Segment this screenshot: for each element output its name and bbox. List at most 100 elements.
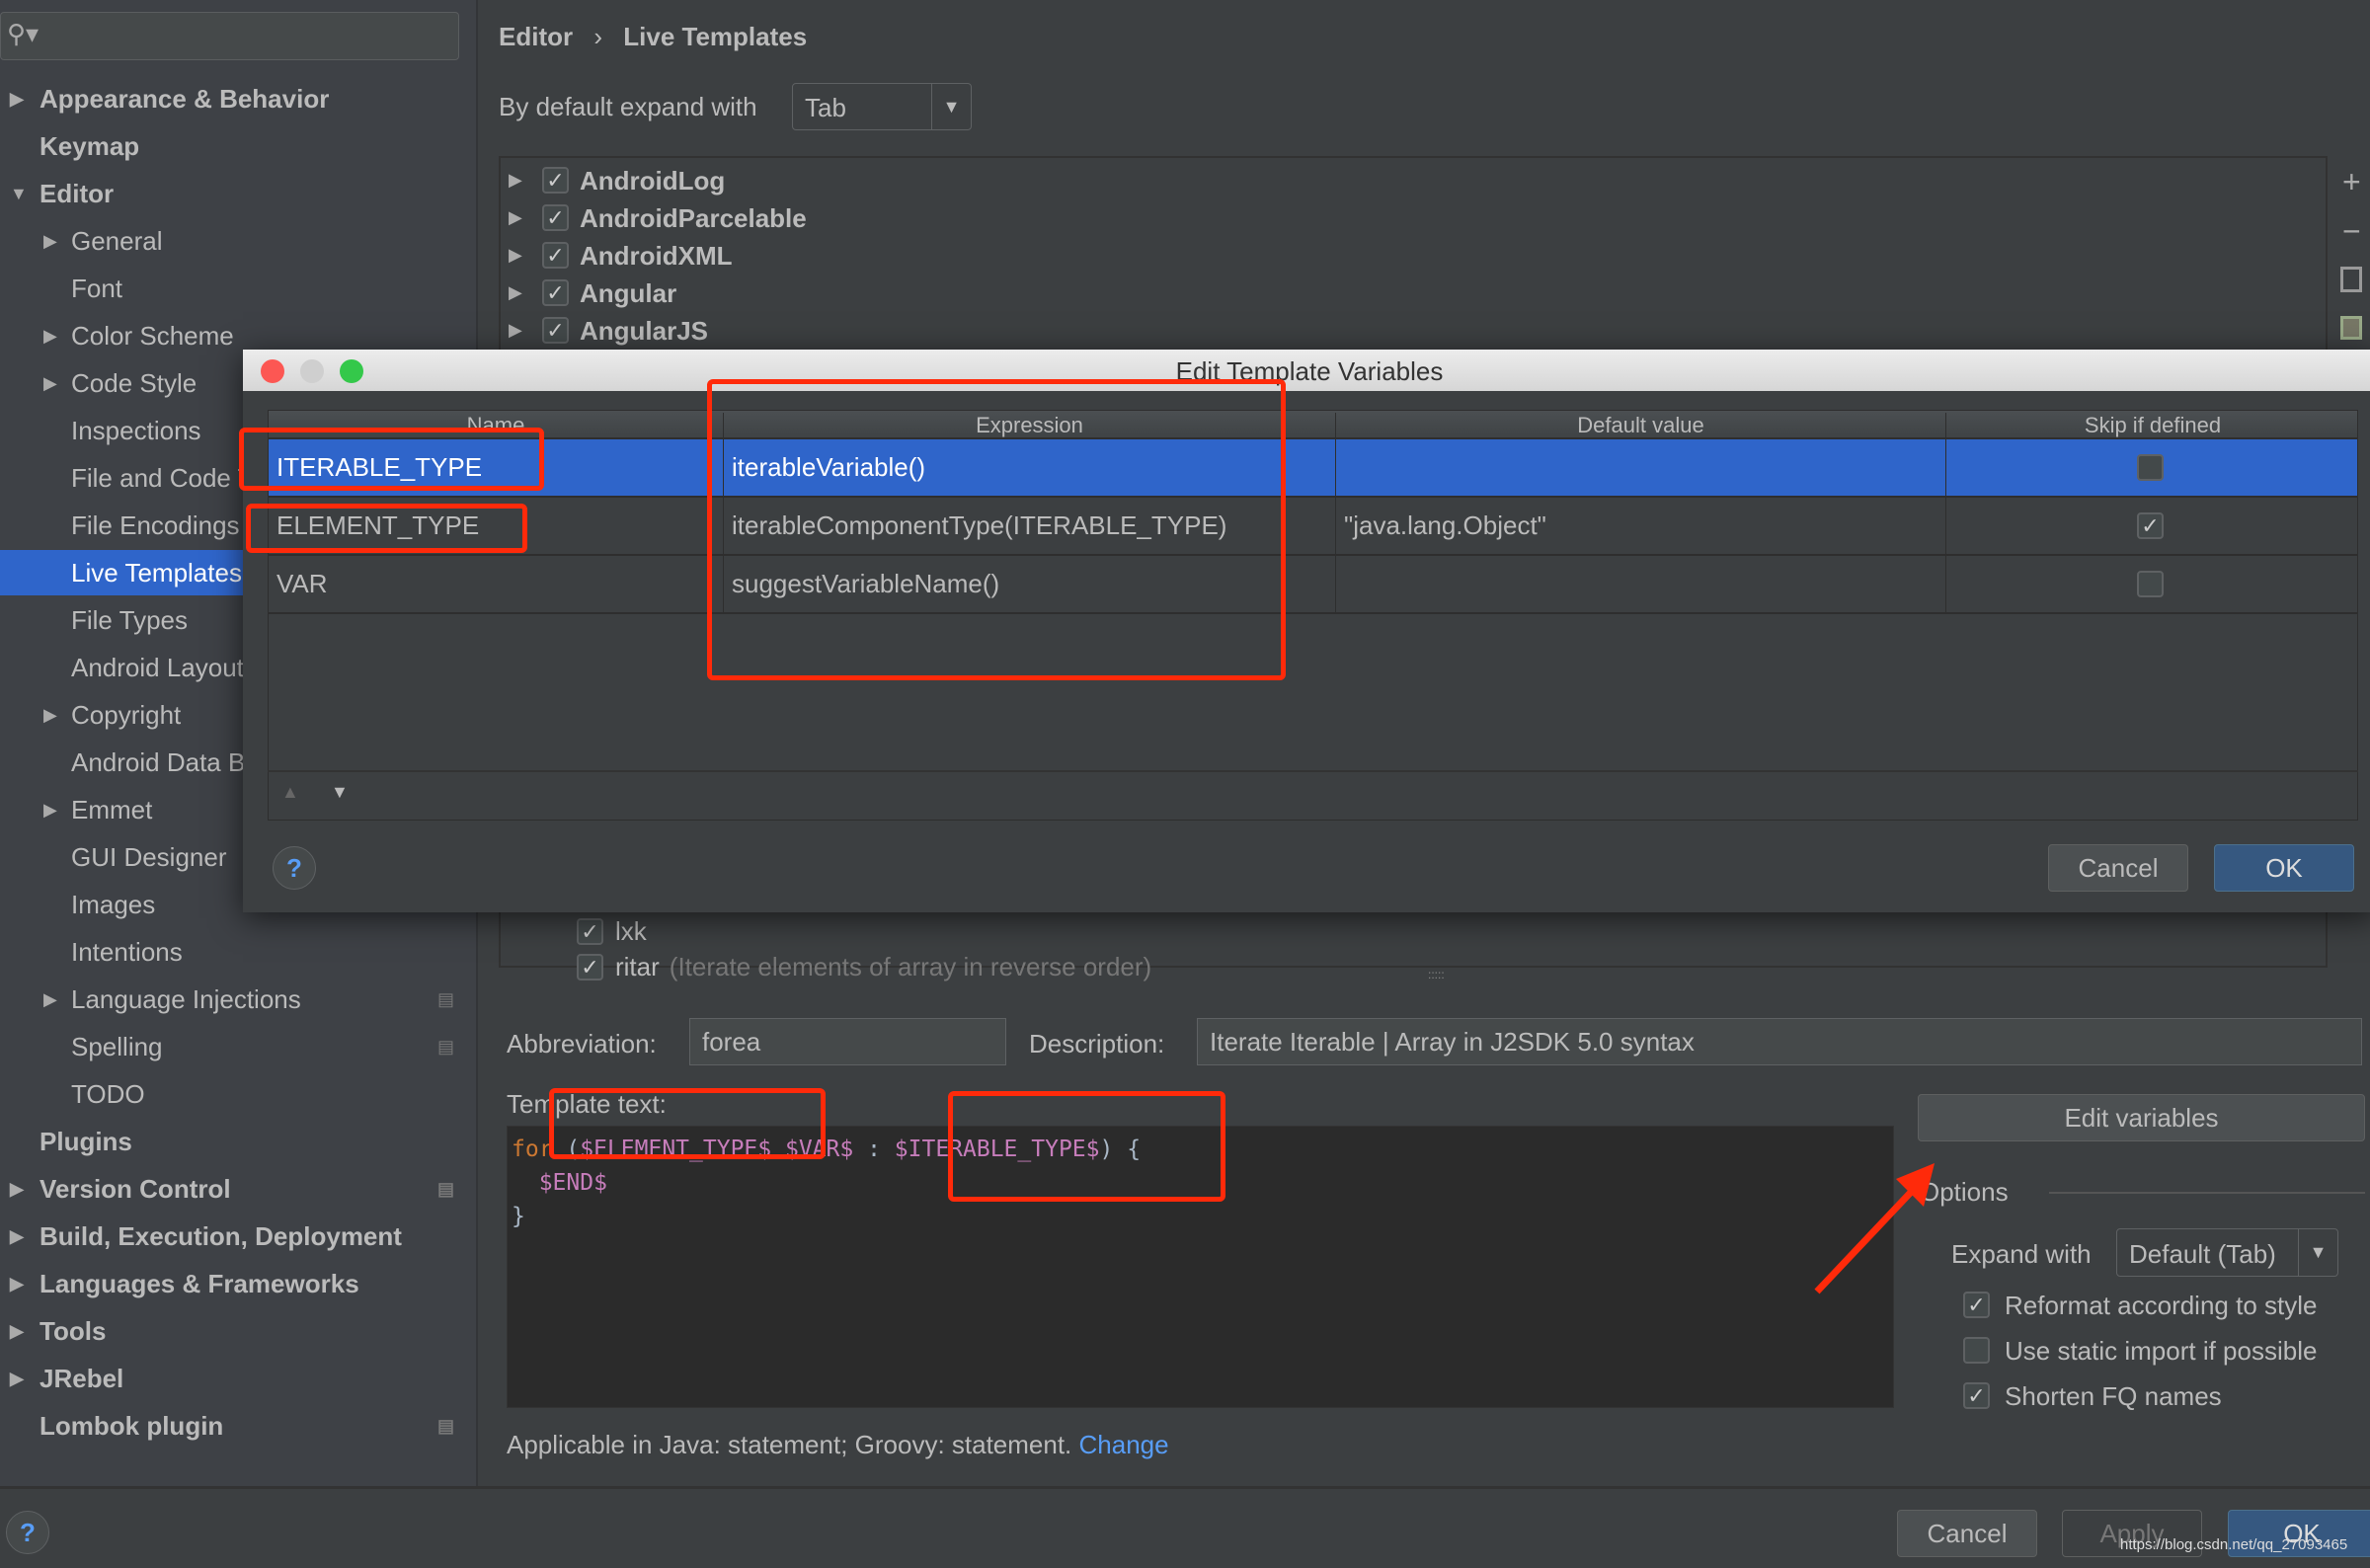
change-link[interactable]: Change xyxy=(1079,1430,1169,1459)
copy-icon[interactable] xyxy=(2340,267,2362,292)
sidebar-item[interactable]: Intentions xyxy=(0,929,478,975)
chevron-right-icon[interactable]: ▶ xyxy=(10,76,24,121)
sidebar-item[interactable]: ▶ Build, Execution, Deployment xyxy=(0,1214,478,1259)
sidebar-item[interactable]: Plugins xyxy=(0,1119,478,1164)
variable-row[interactable]: ELEMENT_TYPE iterableComponentType(ITERAB… xyxy=(269,498,2357,556)
group-checkbox[interactable]: ✓ xyxy=(542,317,569,344)
chevron-right-icon[interactable]: ▶ xyxy=(43,787,57,832)
search-icon: ⚲▾ xyxy=(7,19,40,48)
sidebar-item-label: Spelling xyxy=(71,1032,163,1061)
sidebar-item-label: General xyxy=(71,226,163,256)
sidebar-item[interactable]: ▶ Version Control ▤ xyxy=(0,1166,478,1212)
option-checkbox[interactable]: ✓ xyxy=(1963,1292,1990,1318)
sidebar-item[interactable]: TODO xyxy=(0,1071,478,1117)
template-group-label: AndroidParcelable xyxy=(580,203,807,233)
cell-skip: ✓ xyxy=(1945,498,2359,554)
option-checkbox[interactable]: ✓ xyxy=(1963,1382,1990,1409)
group-checkbox[interactable]: ✓ xyxy=(542,279,569,306)
variable-row[interactable]: ITERABLE_TYPE iterableVariable() xyxy=(269,439,2357,498)
chevron-right-icon[interactable]: ▶ xyxy=(43,977,57,1022)
sidebar-item-label: Copyright xyxy=(71,700,182,730)
help-button[interactable]: ? xyxy=(6,1511,49,1554)
group-checkbox[interactable]: ✓ xyxy=(542,204,569,231)
template-group-label: AndroidXML xyxy=(580,241,733,271)
chevron-right-icon[interactable]: ▶ xyxy=(509,245,522,266)
chevron-right-icon[interactable]: ▶ xyxy=(10,1261,24,1306)
sidebar-item-label: Lombok plugin xyxy=(40,1411,224,1441)
list-icon[interactable] xyxy=(2340,316,2362,340)
move-down-icon[interactable]: ▼ xyxy=(331,782,349,803)
sidebar-item-label: Tools xyxy=(40,1316,107,1346)
remove-icon[interactable]: − xyxy=(2342,213,2361,250)
sidebar-item-label: JRebel xyxy=(40,1364,124,1393)
template-item[interactable]: lxk xyxy=(615,916,657,947)
chevron-right-icon[interactable]: ▶ xyxy=(43,218,57,264)
dialog-cancel-button[interactable]: Cancel xyxy=(2048,844,2188,892)
chevron-right-icon[interactable]: ▶ xyxy=(43,692,57,738)
chevron-right-icon[interactable]: ▶ xyxy=(509,170,522,191)
dialog-ok-button[interactable]: OK xyxy=(2214,844,2354,892)
template-item[interactable]: ritar (Iterate elements of array in rever… xyxy=(615,952,1151,982)
sidebar-item-label: Language Injections xyxy=(71,984,301,1014)
sidebar-item[interactable]: ▶ JRebel xyxy=(0,1356,478,1401)
template-checkbox[interactable]: ✓ xyxy=(577,954,603,980)
description-input[interactable]: Iterate Iterable | Array in J2SDK 5.0 sy… xyxy=(1197,1018,2362,1065)
watermark: https://blog.csdn.net/qq_27093465 xyxy=(2120,1536,2348,1553)
breadcrumb-current: Live Templates xyxy=(623,22,808,51)
sidebar-item-label: File Types xyxy=(71,605,189,635)
cancel-button[interactable]: Cancel xyxy=(1897,1510,2037,1557)
column-header[interactable]: Skip if defined xyxy=(1945,413,2359,438)
template-checkbox[interactable]: ✓ xyxy=(577,918,603,945)
sidebar-item[interactable]: ▶ Tools xyxy=(0,1308,478,1354)
splitter-handle[interactable]: ::::: xyxy=(1428,968,1445,981)
annotation-arrow xyxy=(1814,1163,1935,1294)
sidebar-item[interactable]: ▼ Editor xyxy=(0,171,478,216)
skip-if-defined-checkbox[interactable] xyxy=(2137,571,2164,597)
skip-if-defined-checkbox[interactable] xyxy=(2137,454,2164,481)
sidebar-item[interactable]: Spelling ▤ xyxy=(0,1024,478,1069)
sidebar-item[interactable]: ▶ Language Injections ▤ xyxy=(0,977,478,1022)
sidebar-item[interactable]: Keymap xyxy=(0,123,478,169)
cell-default[interactable] xyxy=(1335,439,1945,496)
edit-variables-button[interactable]: Edit variables xyxy=(1918,1094,2365,1141)
option-checkbox[interactable] xyxy=(1963,1337,1990,1364)
chevron-down-icon[interactable]: ▼ xyxy=(10,171,28,216)
chevron-right-icon[interactable]: ▶ xyxy=(10,1166,24,1212)
cell-default[interactable] xyxy=(1335,556,1945,612)
sidebar-item[interactable]: ▶ General xyxy=(0,218,478,264)
chevron-right-icon[interactable]: ▶ xyxy=(10,1308,24,1354)
add-icon[interactable]: + xyxy=(2342,164,2361,200)
chevron-down-icon: ▼ xyxy=(2298,1229,2337,1276)
sidebar-item[interactable]: Lombok plugin ▤ xyxy=(0,1403,478,1449)
sidebar-item-label: Keymap xyxy=(40,131,140,161)
chevron-right-icon[interactable]: ▶ xyxy=(509,207,522,228)
expand-with-dropdown[interactable]: Default (Tab) ▼ xyxy=(2116,1228,2338,1277)
cell-default[interactable]: "java.lang.Object" xyxy=(1335,498,1945,554)
sidebar-item[interactable]: ▶ Appearance & Behavior xyxy=(0,76,478,121)
abbreviation-input[interactable]: forea xyxy=(689,1018,1006,1065)
dialog-help-button[interactable]: ? xyxy=(273,846,316,890)
move-up-icon[interactable]: ▲ xyxy=(281,782,299,803)
column-header[interactable]: Default value xyxy=(1335,413,1945,438)
sidebar-item[interactable]: Font xyxy=(0,266,478,311)
skip-if-defined-checkbox[interactable]: ✓ xyxy=(2137,512,2164,539)
cell-name[interactable]: VAR xyxy=(269,556,723,612)
expand-dropdown[interactable]: Tab ▼ xyxy=(792,83,972,130)
chevron-right-icon[interactable]: ▶ xyxy=(43,313,57,358)
option-label: Use static import if possible xyxy=(2005,1336,2318,1366)
chevron-right-icon[interactable]: ▶ xyxy=(509,282,522,303)
expand-with-label: Expand with xyxy=(1951,1239,2092,1269)
sidebar-item-label: Font xyxy=(71,274,123,303)
chevron-right-icon[interactable]: ▶ xyxy=(10,1214,24,1259)
settings-search-input[interactable]: ⚲▾ xyxy=(0,12,459,60)
chevron-right-icon[interactable]: ▶ xyxy=(43,360,57,406)
chevron-right-icon[interactable]: ▶ xyxy=(509,320,522,341)
annotation-box-iterable-var xyxy=(948,1091,1225,1202)
chevron-right-icon[interactable]: ▶ xyxy=(10,1356,24,1401)
group-checkbox[interactable]: ✓ xyxy=(542,242,569,269)
variable-row[interactable]: VAR suggestVariableName() xyxy=(269,556,2357,614)
sidebar-item[interactable]: ▶ Languages & Frameworks xyxy=(0,1261,478,1306)
group-checkbox[interactable]: ✓ xyxy=(542,167,569,194)
option-label: Shorten FQ names xyxy=(2005,1381,2222,1411)
breadcrumb-parent[interactable]: Editor xyxy=(499,22,573,51)
